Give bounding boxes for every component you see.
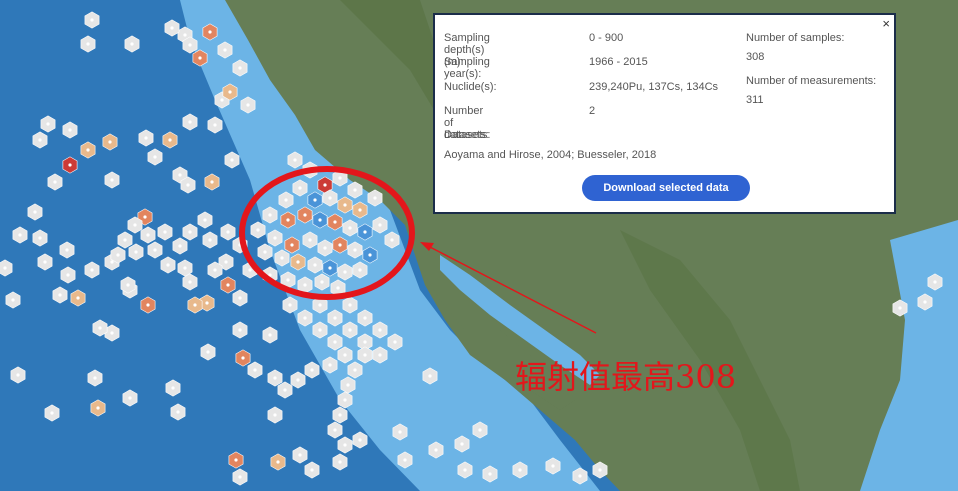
datasets-label: Datasets: [444,129,491,141]
measurements-value: 311 [746,94,764,106]
samples-value: 308 [746,51,765,63]
download-selected-data-button[interactable]: Download selected data [582,175,750,201]
measurements-label: Number of measurements: [746,75,877,87]
nuclide-value: 239,240Pu, 137Cs, 134Cs [589,81,719,93]
datasets-value: Aoyama and Hirose, 2004; Buesseler, 2018 [444,149,657,161]
nuclide-label: Nuclide(s): [444,81,497,93]
year-label: Sampling year(s): [444,56,490,80]
annotation-text: 辐射值最高308 [515,358,737,396]
samples-label: Number of samples: [746,32,845,44]
depth-value: 0 - 900 [589,32,624,44]
datasets-count-value: 2 [589,105,596,117]
year-value: 1966 - 2015 [589,56,648,68]
close-icon[interactable]: × [882,17,890,31]
sample-info-popup: × Sampling depth(s) (m): 0 - 900 Samplin… [433,13,896,214]
